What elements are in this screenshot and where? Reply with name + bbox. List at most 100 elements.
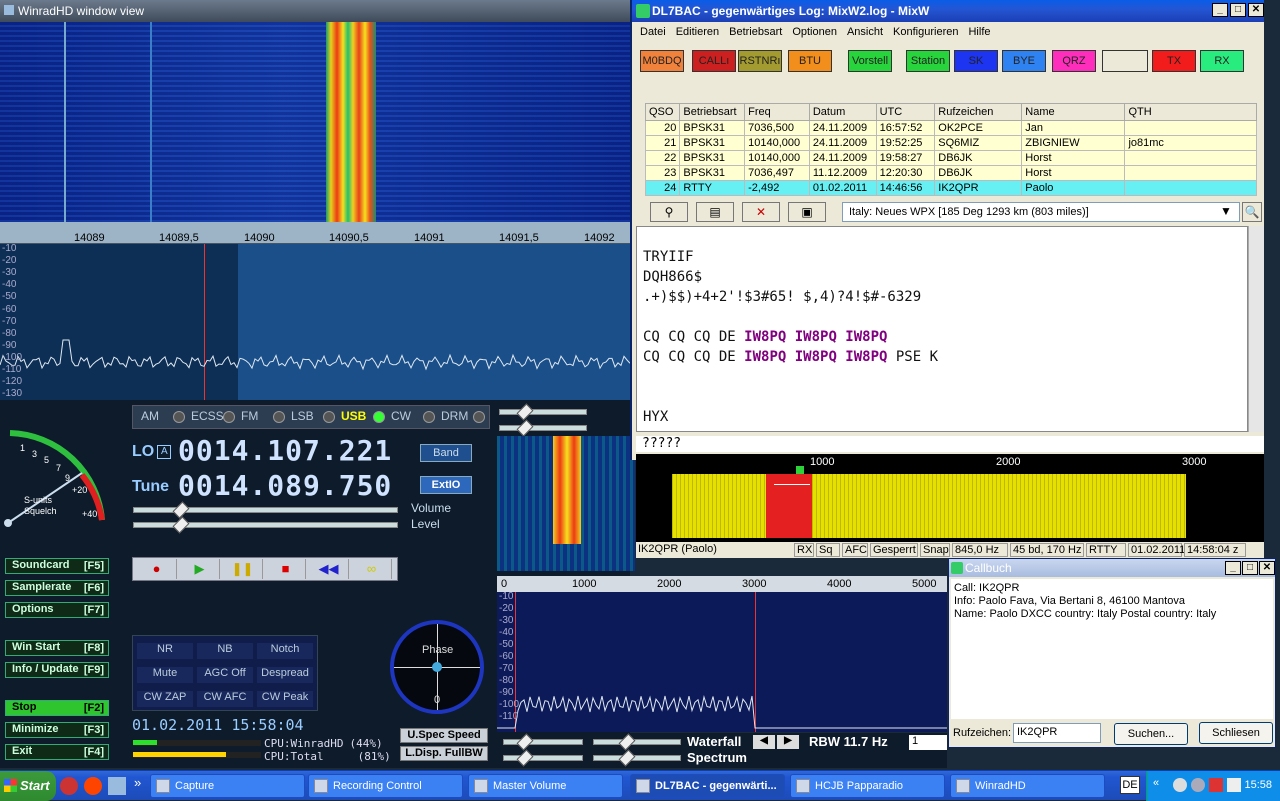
taskbar-item[interactable]: DL7BAC - gegenwärti... <box>630 774 785 798</box>
taskbar-item[interactable]: Recording Control <box>308 774 463 798</box>
log-column-header[interactable]: Betriebsart <box>679 103 746 121</box>
taskbar-item[interactable]: HCJB Papparadio <box>790 774 945 798</box>
start-button[interactable]: Start <box>0 771 56 801</box>
wf-slider-4[interactable] <box>593 749 681 767</box>
close-icon[interactable]: ✕ <box>1248 3 1264 17</box>
save-icon[interactable]: ▣ <box>788 202 826 222</box>
side-button-soundcard[interactable]: Soundcard [F5] <box>5 558 109 574</box>
binoculars-icon[interactable]: ⚲ <box>650 202 688 222</box>
quick-launch-icon[interactable] <box>84 777 102 795</box>
language-indicator[interactable]: DE <box>1120 776 1140 794</box>
macro-button[interactable]: M0BDQ <box>640 50 684 72</box>
log-column-header[interactable]: UTC <box>875 103 936 121</box>
log-row[interactable]: 22 BPSK31 10140,000 24.11.2009 19:58:27 DB6JK… <box>644 150 1257 166</box>
status-cell[interactable]: RTTY <box>1086 543 1126 557</box>
dsp-cw-zap-button[interactable]: CW ZAP <box>137 691 193 707</box>
log-column-header[interactable]: Datum <box>808 103 877 121</box>
delete-icon[interactable]: ✕ <box>742 202 780 222</box>
taskbar-item[interactable]: Capture <box>150 774 305 798</box>
mode-usb-button[interactable]: USB <box>337 409 385 427</box>
side-button-info-update[interactable]: Info / Update [F9] <box>5 662 109 678</box>
main-waterfall[interactable] <box>0 22 630 222</box>
close-icon[interactable]: ✕ <box>1259 561 1275 575</box>
main-spectrum[interactable]: -10 -20 -30 -40 -50 -60 -70 -80 -90 -100 -110 -120-… <box>0 243 630 400</box>
chevron-left-icon[interactable]: « <box>1153 777 1159 789</box>
rewind-icon[interactable]: ◀◀ <box>309 559 349 579</box>
mixw-waterfall[interactable]: 1000 2000 3000 <box>636 454 1264 542</box>
log-column-header[interactable]: QSO <box>644 103 681 121</box>
rbw-right-arrow[interactable]: ▶ <box>777 735 799 749</box>
dsp-nr-button[interactable]: NR <box>137 643 193 659</box>
tray-icon[interactable] <box>1191 778 1205 792</box>
mode-am-button[interactable]: AM <box>137 409 185 427</box>
audio-waterfall[interactable] <box>497 436 635 571</box>
side-button-options[interactable]: Options [F7] <box>5 602 109 618</box>
side-button-samplerate[interactable]: Samplerate [F6] <box>5 580 109 596</box>
volume-slider[interactable] <box>133 501 398 519</box>
dsp-cw-peak-button[interactable]: CW Peak <box>257 691 313 707</box>
country-info-combo[interactable]: Italy: Neues WPX [185 Deg 1293 km (803 m… <box>842 202 1240 222</box>
status-cell[interactable]: 14:58:04 z <box>1184 543 1246 557</box>
loop-icon[interactable]: ∞ <box>352 559 392 579</box>
taskbar-item[interactable]: Master Volume <box>468 774 623 798</box>
macro-button[interactable]: RSTNRı <box>738 50 782 72</box>
ldisp-fullbw-button[interactable]: L.Disp. FullBW <box>400 746 488 761</box>
dsp-agc-off-button[interactable]: AGC Off <box>197 667 253 683</box>
log-column-header[interactable]: QTH <box>1124 103 1257 121</box>
macro-button[interactable]: Station <box>906 50 950 72</box>
quick-launch-icon[interactable] <box>108 777 126 795</box>
log-column-header[interactable]: Name <box>1021 103 1126 121</box>
lo-badge[interactable]: A <box>157 445 172 459</box>
chevron-down-icon[interactable]: ▼ <box>1218 202 1234 222</box>
macro-button[interactable]: QRZ <box>1052 50 1096 72</box>
taskbar-item[interactable]: WinradHD <box>950 774 1105 798</box>
quick-launch-icon[interactable] <box>60 777 78 795</box>
menu-editieren[interactable]: Editieren <box>676 26 719 38</box>
status-cell[interactable]: Sq <box>816 543 840 557</box>
chevron-right-icon[interactable]: » <box>134 775 141 790</box>
side-button-minimize[interactable]: Minimize [F3] <box>5 722 109 738</box>
record-icon[interactable]: ● <box>137 559 177 579</box>
minimize-icon[interactable]: _ <box>1225 561 1241 575</box>
rufzeichen-input[interactable]: IK2QPR <box>1013 723 1101 743</box>
menu-hilfe[interactable]: Hilfe <box>968 26 990 38</box>
status-cell[interactable]: Snap <box>920 543 950 557</box>
wf-slider-1[interactable] <box>503 733 583 751</box>
log-row[interactable]: 23 BPSK31 7036,497 11.12.2009 12:20:30 DB6JK H… <box>644 165 1257 181</box>
search-button[interactable]: Suchen... <box>1114 723 1188 745</box>
status-cell[interactable]: Gesperrt <box>870 543 918 557</box>
mode-cw-button[interactable]: CW <box>387 409 435 427</box>
mode-ecss-button[interactable]: ECSS <box>187 409 235 427</box>
status-cell[interactable]: RX <box>794 543 814 557</box>
macro-button[interactable]: Vorstell <box>848 50 892 72</box>
search-icon[interactable]: 🔍 <box>1242 202 1262 222</box>
maximize-icon[interactable]: □ <box>1230 3 1246 17</box>
play-icon[interactable]: ▶ <box>180 559 220 579</box>
small-slider-1[interactable] <box>499 403 587 421</box>
macro-button[interactable]: BYE <box>1002 50 1046 72</box>
dsp-notch-button[interactable]: Notch <box>257 643 313 659</box>
extio-button[interactable]: ExtIO <box>420 476 472 494</box>
stop-icon[interactable]: ■ <box>266 559 306 579</box>
log-row[interactable]: 24 RTTY -2,492 01.02.2011 14:46:56 IK2QPR Paol… <box>644 180 1257 196</box>
macro-button[interactable]: TX <box>1152 50 1196 72</box>
speaker-icon[interactable] <box>1173 778 1187 792</box>
mode-fm-button[interactable]: FM <box>237 409 285 427</box>
dsp-despread-button[interactable]: Despread <box>257 667 313 683</box>
transmit-text-field[interactable]: ????? <box>636 436 1264 452</box>
lo-frequency[interactable]: 0014.107.221 <box>178 434 392 467</box>
band-button[interactable]: Band <box>420 444 472 462</box>
pause-icon[interactable]: ❚❚ <box>223 559 263 579</box>
menu-konfigurieren[interactable]: Konfigurieren <box>893 26 958 38</box>
macro-button[interactable]: BTU <box>788 50 832 72</box>
uspec-speed-button[interactable]: U.Spec Speed <box>400 728 488 743</box>
log-column-header[interactable]: Rufzeichen <box>934 103 1023 121</box>
menu-optionen[interactable]: Optionen <box>792 26 837 38</box>
status-cell[interactable]: 01.02.2011 <box>1128 543 1185 557</box>
log-column-header[interactable]: Freq <box>744 103 810 121</box>
side-button-exit[interactable]: Exit [F4] <box>5 744 109 760</box>
tray-icon[interactable] <box>1209 778 1223 792</box>
mode-lsb-button[interactable]: LSB <box>287 409 335 427</box>
dsp-nb-button[interactable]: NB <box>197 643 253 659</box>
wf-slider-2[interactable] <box>593 733 681 751</box>
